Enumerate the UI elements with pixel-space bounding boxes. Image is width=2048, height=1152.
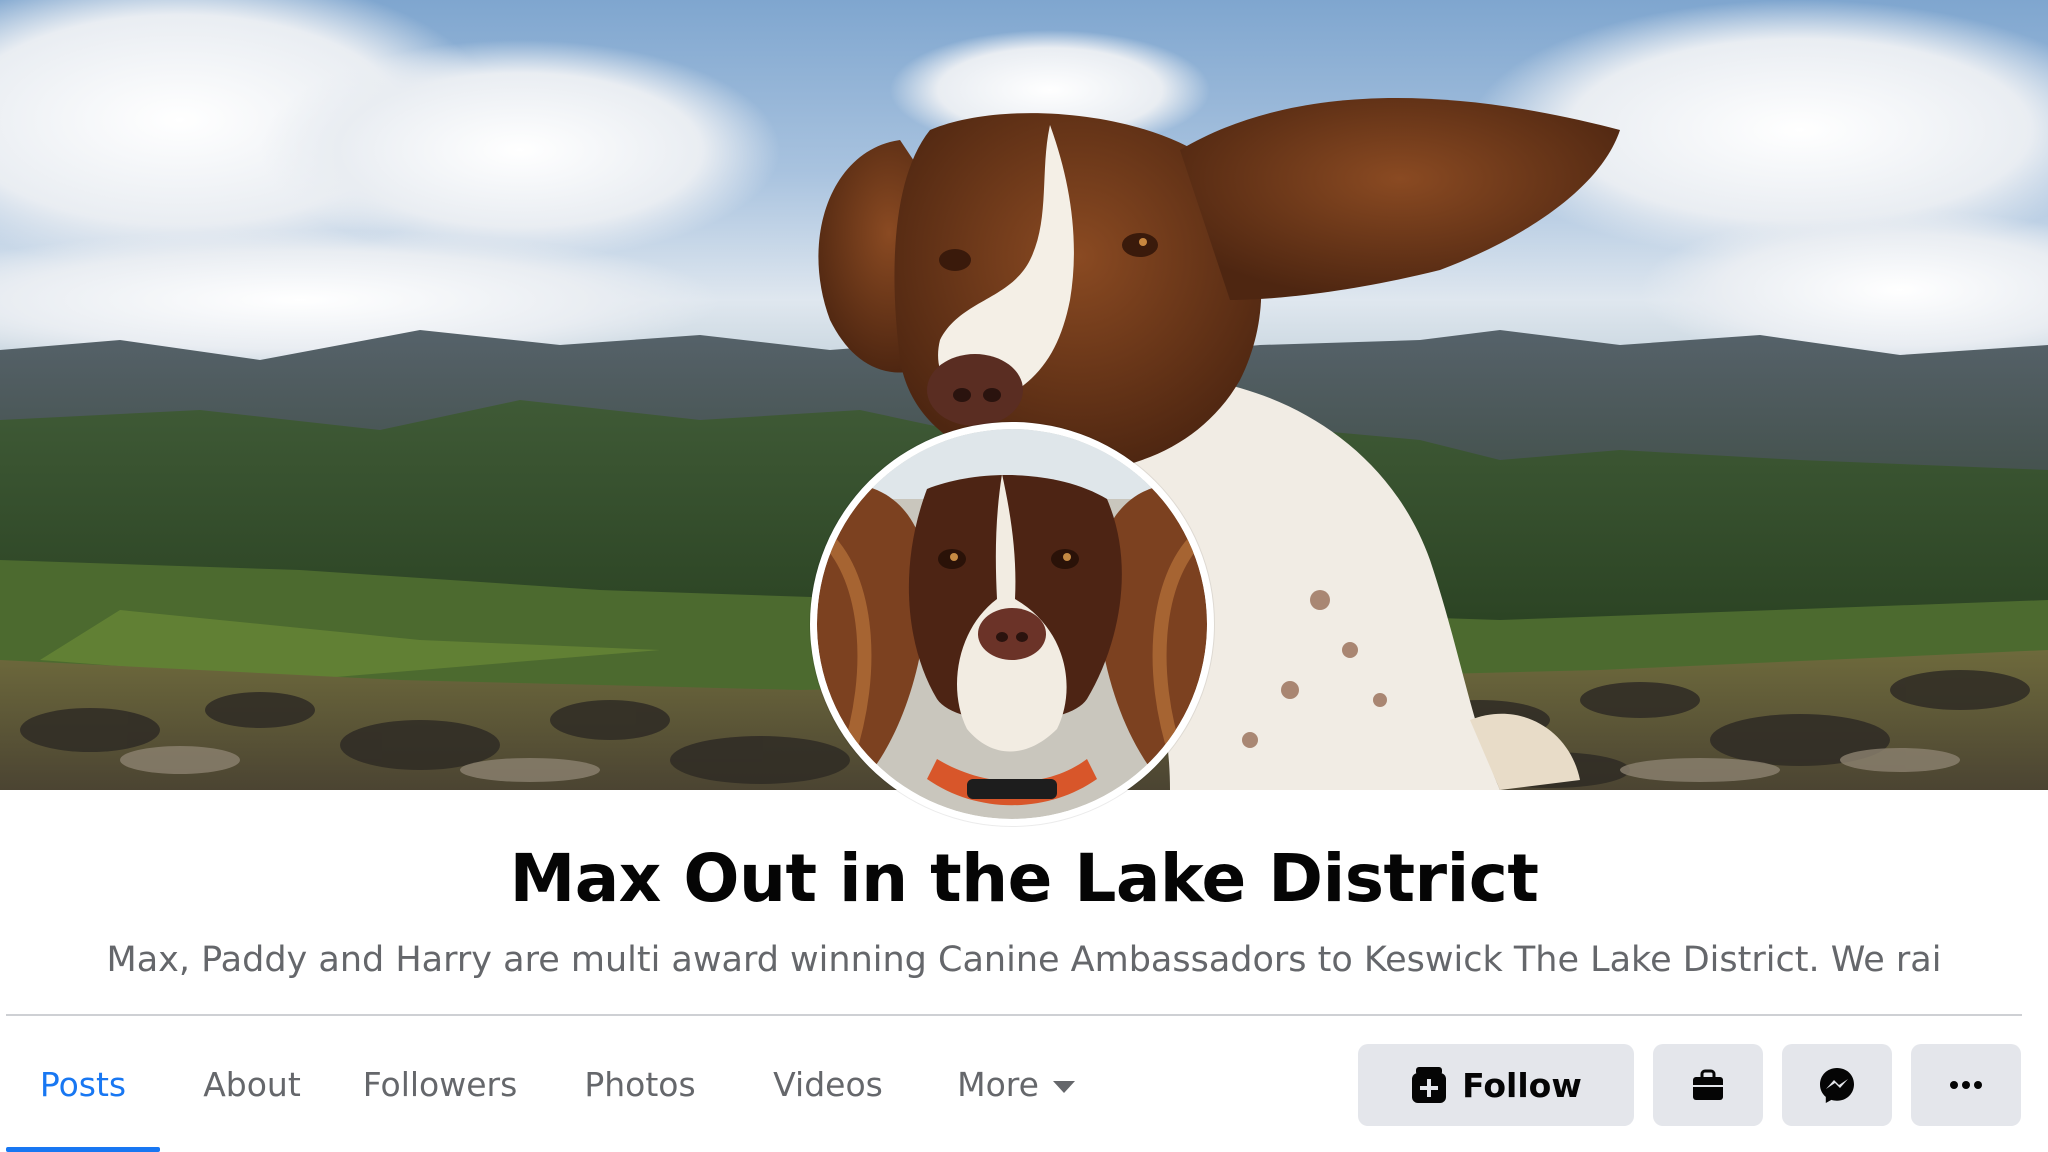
page-title: Max Out in the Lake District: [509, 840, 1539, 917]
tab-posts-label: Posts: [39, 1064, 127, 1104]
more-options-button[interactable]: [1911, 1044, 2021, 1126]
follow-button-label: Follow: [1462, 1065, 1582, 1105]
profile-picture[interactable]: [810, 422, 1214, 826]
follow-plus-icon: [1412, 1067, 1447, 1103]
message-button[interactable]: [1782, 1044, 1892, 1126]
tab-followers-label: Followers: [362, 1064, 518, 1104]
tab-videos[interactable]: Videos: [738, 1016, 918, 1152]
caret-down-icon: [1052, 1081, 1075, 1093]
follow-button[interactable]: Follow: [1358, 1044, 1634, 1126]
page-bio: Max, Paddy and Harry are multi award win…: [106, 940, 1942, 980]
tab-followers[interactable]: Followers: [338, 1016, 542, 1152]
page-actions: Follow: [1358, 1044, 2021, 1126]
tab-about-label: About: [203, 1064, 301, 1104]
messenger-icon: [1820, 1068, 1854, 1103]
tab-more[interactable]: More: [918, 1016, 1114, 1152]
tab-videos-label: Videos: [773, 1064, 883, 1104]
tab-photos[interactable]: Photos: [542, 1016, 738, 1152]
profile-picture-image: [817, 429, 1207, 819]
more-options-icon: [1950, 1081, 1982, 1089]
profile-tabs: Posts About Followers Photos Videos More: [6, 1016, 1114, 1152]
shopping-bag-icon: [1693, 1069, 1723, 1100]
tab-posts[interactable]: Posts: [6, 1016, 160, 1152]
shop-button[interactable]: [1653, 1044, 1763, 1126]
tab-more-label: More: [957, 1064, 1039, 1104]
tab-photos-label: Photos: [584, 1064, 696, 1104]
tab-about[interactable]: About: [166, 1016, 338, 1152]
